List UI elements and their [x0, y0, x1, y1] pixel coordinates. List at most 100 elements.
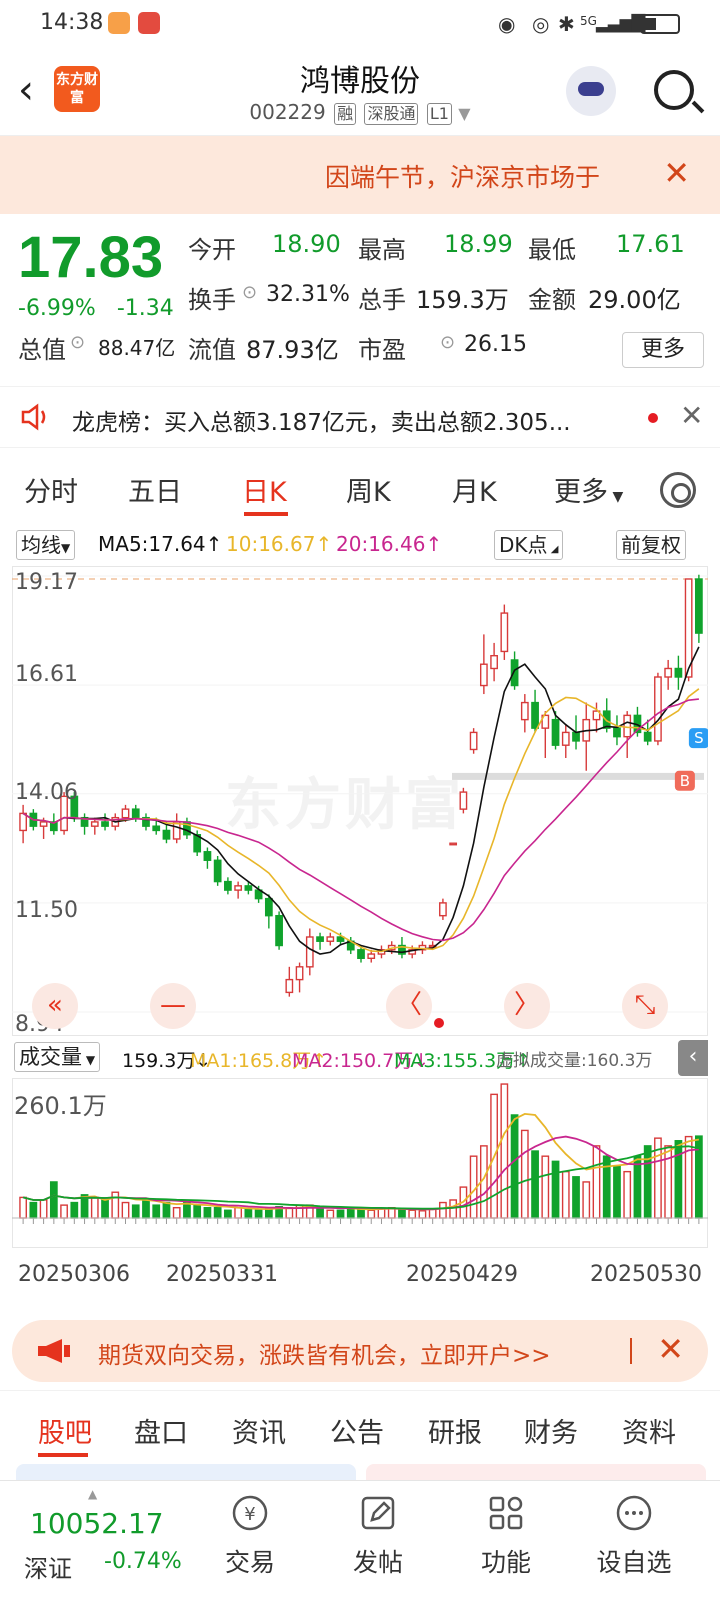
app-notification-icon	[108, 12, 130, 34]
candle	[275, 911, 283, 950]
holiday-notice[interactable]: 因端午节，沪深京市场于 ✕	[0, 136, 720, 214]
edit-icon	[361, 1496, 395, 1530]
candle-body	[305, 936, 314, 968]
tab-research[interactable]: 研报	[428, 1411, 482, 1450]
tab-monthly-k[interactable]: 月K	[452, 470, 497, 509]
candle-body	[500, 612, 509, 653]
settings-gear-icon[interactable]	[660, 472, 696, 508]
tab-weekly-k[interactable]: 周K	[346, 470, 391, 509]
tab-finance[interactable]: 财务	[524, 1411, 578, 1450]
tab-forum[interactable]: 股吧	[38, 1411, 92, 1450]
post-label: 发帖	[352, 1548, 403, 1577]
date-label-1: 20250306	[18, 1262, 130, 1287]
info-icon-3[interactable]: ⊙	[440, 332, 455, 353]
volume-value: 159.3万	[416, 286, 509, 314]
trade-button[interactable]: ¥ 交易	[200, 1493, 300, 1579]
candle	[326, 932, 335, 946]
next-button[interactable]: 〉	[504, 983, 550, 1029]
ma-select-arrow-icon: ▼	[61, 541, 71, 555]
tab-daily-k[interactable]: 日K	[242, 470, 287, 509]
notice-close-icon[interactable]: ✕	[663, 154, 690, 192]
rewind-button[interactable]: «	[32, 983, 78, 1029]
collapse-panel-button[interactable]: ‹	[678, 1040, 708, 1076]
tab-more[interactable]: 更多 ▼	[554, 470, 623, 509]
candle-body	[561, 731, 570, 746]
candle-body	[224, 880, 232, 891]
candle	[613, 715, 621, 746]
index-name[interactable]: 深证	[24, 1549, 72, 1584]
volume-bar	[70, 1201, 79, 1219]
dragon-tiger-banner[interactable]: 龙虎榜：买入总额3.187亿元，卖出总额2.305... ✕	[0, 386, 720, 448]
candle-body	[19, 812, 27, 832]
pe-label: 市盈	[358, 336, 406, 364]
candle-body	[131, 808, 140, 819]
adjust-button[interactable]: 前复权	[616, 530, 686, 560]
candle-body	[162, 829, 171, 840]
volume-select[interactable]: 成交量 ▼	[14, 1042, 101, 1072]
market-cap-label: 总值	[18, 336, 66, 364]
candle-body	[664, 667, 673, 678]
candle	[459, 787, 468, 814]
futures-close-icon[interactable]: ✕	[657, 1330, 684, 1368]
volume-bar	[49, 1181, 58, 1219]
more-button[interactable]: 更多	[622, 332, 704, 368]
turnover-label: 换手	[188, 286, 236, 314]
tab-intraday[interactable]: 分时	[24, 470, 78, 509]
candle-body	[90, 821, 99, 827]
volume-bar	[510, 1114, 519, 1219]
tab-profile[interactable]: 资料	[622, 1411, 676, 1450]
tag-connect: 深股通	[364, 103, 419, 125]
index-percent: -0.74%	[104, 1549, 182, 1574]
volume-select-arrow-icon: ▼	[82, 1053, 96, 1067]
tab-news[interactable]: 资讯	[232, 1411, 286, 1450]
futures-promo-banner[interactable]: 期货双向交易，涨跌皆有机会，立即开户>> ✕	[12, 1320, 708, 1382]
date-label-4: 20250530	[590, 1262, 702, 1287]
candle	[449, 842, 458, 846]
volume-bar	[121, 1201, 130, 1219]
candle-body	[121, 808, 130, 819]
info-icon-2[interactable]: ⊙	[70, 332, 85, 353]
open-label: 今开	[188, 236, 236, 264]
volume-chart[interactable]	[12, 1078, 708, 1248]
tab-more-arrow-icon: ▼	[608, 489, 624, 505]
zoom-out-button[interactable]: —	[150, 983, 196, 1029]
index-value[interactable]: 10052.17	[30, 1507, 164, 1540]
signal-icon: ▂▃▅▇	[596, 12, 645, 33]
tab-announcements[interactable]: 公告	[330, 1411, 384, 1450]
turnover-value: 32.31%	[266, 282, 350, 307]
card-peek-right	[366, 1464, 706, 1480]
pe-value: 26.15	[464, 332, 527, 357]
search-icon[interactable]	[654, 70, 694, 110]
volume-bar	[326, 1209, 335, 1219]
candle-body	[623, 714, 632, 738]
quote-panel: 17.83 -6.99% -1.34 今开 18.90 最高 18.99 最低 …	[0, 214, 720, 384]
volume-bar	[172, 1206, 181, 1219]
candle	[592, 702, 601, 733]
volume-bar	[39, 1199, 48, 1219]
functions-button[interactable]: 功能	[456, 1493, 556, 1579]
dk-point-button[interactable]: DK点 ◢	[494, 530, 564, 560]
custom-watchlist-button[interactable]: 设自选	[584, 1493, 684, 1579]
volume-bar	[316, 1208, 324, 1219]
dragon-close-icon[interactable]: ✕	[680, 399, 703, 432]
candle-body	[326, 936, 335, 942]
candlestick-chart[interactable]: SB	[12, 566, 708, 1036]
trade-label: 交易	[224, 1548, 275, 1577]
high-value: 18.99	[444, 230, 513, 258]
candle-body	[510, 659, 519, 687]
robot-assistant-icon[interactable]	[566, 66, 616, 116]
info-icon[interactable]: ⊙	[242, 282, 257, 303]
speaker-icon	[21, 403, 46, 431]
ma-select[interactable]: 均线▼	[16, 530, 76, 560]
candle-body	[674, 667, 683, 678]
tab-five-day[interactable]: 五日	[128, 470, 182, 509]
candle-body	[336, 936, 345, 942]
prev-button[interactable]: 〈	[386, 983, 432, 1029]
candle-body	[152, 825, 161, 832]
volume-bar	[254, 1209, 263, 1219]
volume-bar	[193, 1204, 202, 1219]
post-button[interactable]: 发帖	[328, 1493, 428, 1579]
open-value: 18.90	[272, 230, 341, 258]
fullscreen-button[interactable]: ⤡	[622, 983, 668, 1029]
tab-orderbook[interactable]: 盘口	[134, 1411, 188, 1450]
